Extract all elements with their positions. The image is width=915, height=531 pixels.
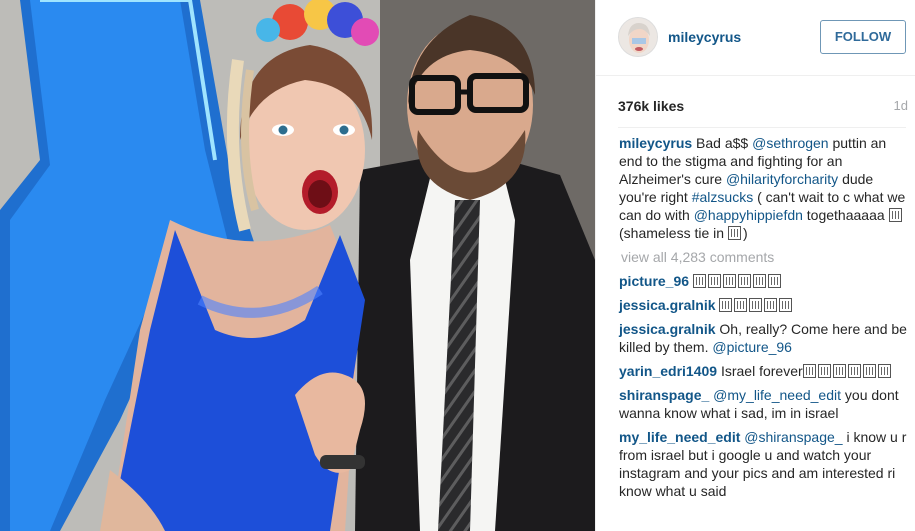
mention-link[interactable]: @picture_96 bbox=[712, 339, 792, 355]
avatar[interactable] bbox=[618, 17, 658, 57]
comment: jessica.gralnik Oh, really? Come here an… bbox=[619, 320, 909, 356]
unrendered-emoji-icon bbox=[752, 274, 766, 288]
unrendered-emoji-icon bbox=[802, 364, 816, 378]
mention-link[interactable]: @shiranspage_ bbox=[744, 429, 842, 445]
mention-link[interactable]: @hilarityforcharity bbox=[726, 171, 838, 187]
unrendered-emoji-icon bbox=[779, 298, 793, 312]
follow-button[interactable]: FOLLOW bbox=[820, 20, 906, 54]
comment-username[interactable]: shiranspage_ bbox=[619, 387, 709, 403]
unrendered-emoji-icon bbox=[847, 364, 861, 378]
avatar-image bbox=[619, 18, 657, 56]
comment-username[interactable]: yarin_edri1409 bbox=[619, 363, 717, 379]
comment-username[interactable]: my_life_need_edit bbox=[619, 429, 740, 445]
comment-username[interactable]: jessica.gralnik bbox=[619, 297, 716, 313]
unrendered-emoji-icon bbox=[862, 364, 876, 378]
unrendered-emoji-icon bbox=[764, 298, 778, 312]
comment: shiranspage_ @my_life_need_edit you dont… bbox=[619, 386, 909, 422]
hashtag-link[interactable]: #alzsucks bbox=[692, 189, 753, 205]
unrendered-emoji-icon bbox=[707, 274, 721, 288]
unrendered-emoji-icon bbox=[734, 298, 748, 312]
unrendered-emoji-icon bbox=[817, 364, 831, 378]
unrendered-emoji-icon bbox=[832, 364, 846, 378]
comment: yarin_edri1409 Israel forever bbox=[619, 362, 909, 380]
unrendered-emoji-icon bbox=[719, 298, 733, 312]
comment-text: Israel forever bbox=[717, 363, 803, 379]
unrendered-emoji-icon bbox=[888, 208, 902, 222]
unrendered-emoji-icon bbox=[737, 274, 751, 288]
caption-text: togethaaaaa bbox=[802, 207, 889, 223]
post-sidebar: mileycyrus FOLLOW 376k likes 1d mileycyr… bbox=[595, 0, 915, 531]
caption-username[interactable]: mileycyrus bbox=[619, 135, 692, 151]
post-photo[interactable] bbox=[0, 0, 595, 531]
mention-link[interactable]: @happyhippiefdn bbox=[694, 207, 803, 223]
caption-text: (shameless tie in bbox=[619, 225, 728, 241]
likes-count[interactable]: 376k likes bbox=[618, 98, 684, 114]
comments-list: mileycyrus Bad a$$ @sethrogen puttin an … bbox=[619, 134, 909, 506]
caption: mileycyrus Bad a$$ @sethrogen puttin an … bbox=[619, 134, 909, 242]
post-age[interactable]: 1d bbox=[894, 98, 908, 113]
caption-text: ) bbox=[742, 225, 748, 241]
comment-username[interactable]: picture_96 bbox=[619, 273, 689, 289]
comment: my_life_need_edit @shiranspage_ i know u… bbox=[619, 428, 909, 500]
view-all-comments-link[interactable]: view all 4,283 comments bbox=[621, 248, 909, 266]
divider bbox=[618, 127, 906, 128]
post-header: mileycyrus FOLLOW bbox=[596, 0, 915, 76]
comment: jessica.gralnik bbox=[619, 296, 909, 314]
mention-link[interactable]: @my_life_need_edit bbox=[713, 387, 841, 403]
caption-text: Bad a$$ bbox=[692, 135, 753, 151]
comment: picture_96 bbox=[619, 272, 909, 290]
unrendered-emoji-icon bbox=[767, 274, 781, 288]
mention-link[interactable]: @sethrogen bbox=[752, 135, 828, 151]
comment-username[interactable]: jessica.gralnik bbox=[619, 321, 716, 337]
unrendered-emoji-icon bbox=[727, 226, 741, 240]
unrendered-emoji-icon bbox=[749, 298, 763, 312]
author-username[interactable]: mileycyrus bbox=[668, 29, 741, 45]
photo-illustration bbox=[0, 0, 595, 531]
post-stats: 376k likes 1d bbox=[618, 98, 908, 116]
unrendered-emoji-icon bbox=[722, 274, 736, 288]
unrendered-emoji-icon bbox=[692, 274, 706, 288]
unrendered-emoji-icon bbox=[877, 364, 891, 378]
